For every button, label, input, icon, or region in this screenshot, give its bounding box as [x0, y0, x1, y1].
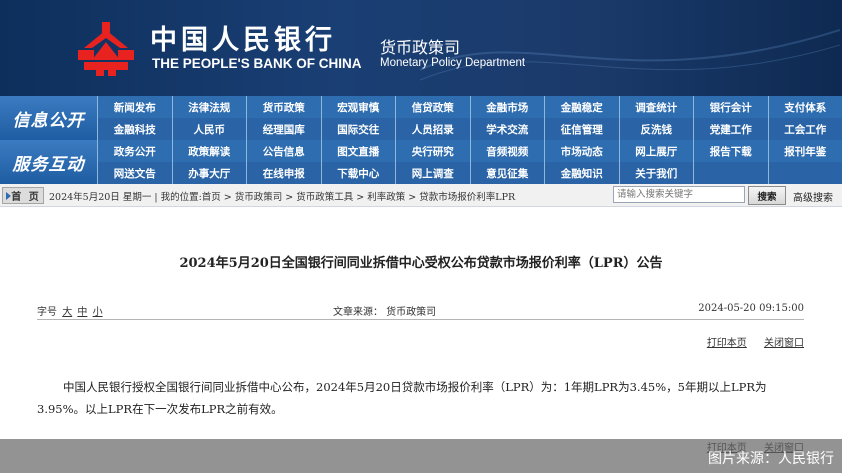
nav-item[interactable]: 政策解读 [171, 140, 247, 162]
article-title: 2024年5月20日全国银行间同业拆借中心受权公布贷款市场报价利率（LPR）公告 [179, 256, 663, 271]
nav-row-3: 政务公开 政策解读 公告信息 图文直播 央行研究 音频视频 市场动态 网上展厅 … [97, 140, 842, 162]
nav-item[interactable]: 银行会计 [693, 96, 768, 118]
site-header: 中国人民银行 THE PEOPLE'S BANK OF CHINA 货币政策司 … [0, 0, 842, 96]
font-size-control: 字号 大 中 小 [37, 303, 103, 318]
article-actions: 打印本页 关闭窗口 [693, 334, 804, 349]
bank-name-cn: 中国人民银行 [150, 25, 336, 56]
nav-section-service: 服务互动 [0, 140, 97, 184]
nav-item[interactable]: 新闻发布 [97, 96, 172, 118]
print-page-link[interactable]: 打印本页 [707, 338, 747, 349]
nav-item[interactable]: 经理国库 [246, 118, 321, 140]
nav-item[interactable]: 下载中心 [320, 162, 396, 184]
nav-item[interactable]: 报告下载 [693, 140, 768, 162]
nav-item[interactable]: 图文直播 [320, 140, 396, 162]
nav-item[interactable]: 金融知识 [544, 162, 619, 184]
font-size-medium-link[interactable]: 中 [77, 307, 87, 318]
nav-item[interactable]: 金融科技 [97, 118, 172, 140]
nav-item[interactable]: 反洗钱 [618, 118, 694, 140]
font-size-large-link[interactable]: 大 [62, 307, 72, 318]
nav-item[interactable]: 网送文告 [97, 162, 172, 184]
header-wave-decoration [420, 29, 840, 81]
pboc-logo-icon[interactable] [74, 20, 138, 76]
nav-item[interactable]: 网上调查 [395, 162, 470, 184]
nav-item[interactable]: 金融稳定 [544, 96, 619, 118]
font-size-label: 字号 [37, 307, 57, 318]
nav-item[interactable]: 工会工作 [767, 118, 842, 140]
department-name-en: Monetary Policy Department [380, 57, 526, 69]
nav-item[interactable]: 宏观审慎 [320, 96, 396, 118]
nav-item[interactable]: 人员招录 [395, 118, 470, 140]
nav-item[interactable]: 央行研究 [395, 140, 470, 162]
article-source: 文章来源： 货币政策司 [333, 307, 437, 318]
nav-item[interactable]: 金融市场 [469, 96, 545, 118]
home-button[interactable]: 首 页 [2, 187, 44, 204]
home-button-label: 首 页 [11, 192, 41, 203]
nav-item[interactable]: 信贷政策 [395, 96, 470, 118]
nav-item[interactable]: 法律法规 [171, 96, 247, 118]
nav-item[interactable]: 货币政策 [246, 96, 321, 118]
article-date: 2024-05-20 09:15:00 [698, 303, 804, 314]
close-window-link[interactable]: 关闭窗口 [764, 338, 804, 349]
nav-item[interactable]: 国际交往 [320, 118, 396, 140]
bank-name-en: THE PEOPLE'S BANK OF CHINA [152, 56, 362, 71]
nav-item[interactable]: 关于我们 [618, 162, 694, 184]
nav-item[interactable]: 意见征集 [469, 162, 545, 184]
nav-section-info-public: 信息公开 [0, 96, 97, 140]
image-credit: 图片来源：人民银行 [708, 451, 834, 467]
main-navigation: 信息公开 服务互动 新闻发布 法律法规 货币政策 宏观审慎 信贷政策 金融市场 … [0, 96, 842, 184]
breadcrumb[interactable]: 2024年5月20日 星期一 | 我的位置:首页 > 货币政策司 > 货币政策工… [49, 189, 515, 203]
nav-item[interactable]: 征信管理 [544, 118, 619, 140]
article-body: 中国人民银行授权全国银行间同业拆借中心公布，2024年5月20日贷款市场报价利率… [37, 380, 767, 416]
article-meta: 字号 大 中 小 文章来源： 货币政策司 2024-05-20 09:15:00 [37, 297, 804, 320]
nav-item[interactable]: 市场动态 [544, 140, 619, 162]
nav-item[interactable]: 网上展厅 [618, 140, 694, 162]
advanced-search-link[interactable]: 高级搜索 [793, 189, 833, 204]
nav-item-empty [693, 162, 768, 184]
nav-row-4: 网送文告 办事大厅 在线申报 下载中心 网上调查 意见征集 金融知识 关于我们 [97, 162, 842, 184]
department-name-cn: 货币政策司 [380, 38, 461, 57]
nav-item[interactable]: 学术交流 [469, 118, 545, 140]
nav-item[interactable]: 党建工作 [693, 118, 768, 140]
nav-item-empty [767, 162, 842, 184]
font-size-small-link[interactable]: 小 [93, 307, 103, 318]
nav-item[interactable]: 调查统计 [618, 96, 694, 118]
nav-item[interactable]: 在线申报 [246, 162, 321, 184]
nav-item[interactable]: 公告信息 [246, 140, 321, 162]
search-input[interactable] [613, 186, 745, 203]
nav-item[interactable]: 办事大厅 [171, 162, 247, 184]
nav-row-2: 金融科技 人民币 经理国库 国际交往 人员招录 学术交流 征信管理 反洗钱 党建… [97, 118, 842, 140]
search-button[interactable]: 搜索 [748, 186, 786, 205]
nav-item[interactable]: 人民币 [171, 118, 247, 140]
nav-row-1: 新闻发布 法律法规 货币政策 宏观审慎 信贷政策 金融市场 金融稳定 调查统计 … [97, 96, 842, 118]
nav-item[interactable]: 报刊年鉴 [767, 140, 842, 162]
nav-item[interactable]: 支付体系 [767, 96, 842, 118]
nav-item[interactable]: 音频视频 [469, 140, 545, 162]
nav-item[interactable]: 政务公开 [97, 140, 172, 162]
